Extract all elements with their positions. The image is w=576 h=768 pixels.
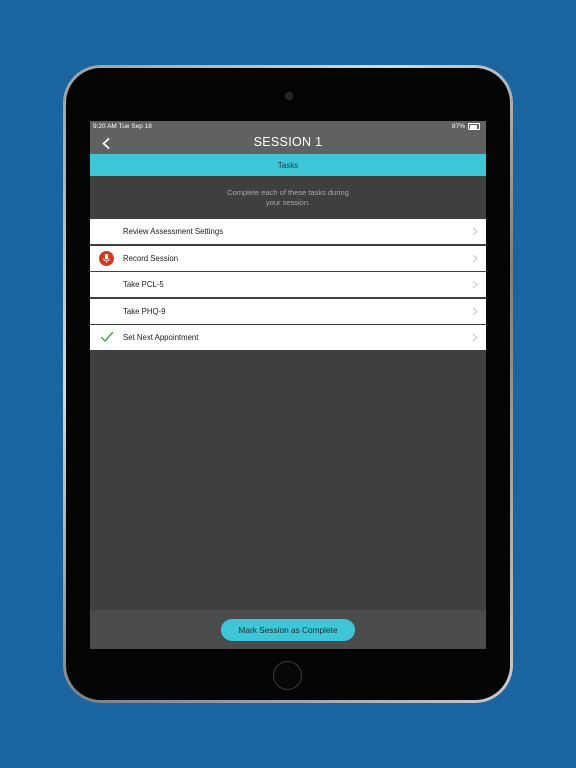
instructions: Complete each of these tasks during your… <box>90 176 486 219</box>
chevron-right-icon <box>472 254 478 262</box>
instructions-line-2: your session. <box>265 198 311 207</box>
task-label: Take PHQ-9 <box>123 306 166 316</box>
home-button[interactable] <box>273 661 302 690</box>
status-bar: 9:20 AM Tue Sep 18 87% <box>90 121 486 133</box>
battery-percent: 87% <box>451 123 465 130</box>
task-take-pcl5[interactable]: Take PCL-5 <box>90 272 486 298</box>
task-label: Take PCL-5 <box>123 280 164 290</box>
checkmark-icon <box>100 332 114 343</box>
task-record-session[interactable]: Record Session <box>90 245 486 271</box>
task-list: Review Assessment Settings Record Sessio… <box>90 219 486 352</box>
footer-bar: Mark Session as Complete <box>90 610 486 649</box>
chevron-right-icon <box>472 333 478 342</box>
instructions-line-1: Complete each of these tasks during <box>227 188 349 197</box>
chevron-right-icon <box>472 227 478 236</box>
task-label: Set Next Appointment <box>123 333 199 343</box>
microphone-icon <box>99 250 114 266</box>
page-title: SESSION 1 <box>253 135 323 149</box>
chevron-right-icon <box>472 307 478 316</box>
task-label: Review Assessment Settings <box>123 227 224 236</box>
status-time-date: 9:20 AM Tue Sep 18 <box>93 123 152 130</box>
tasks-header: Tasks <box>90 154 486 176</box>
camera-icon <box>285 92 293 100</box>
task-review-assessment-settings[interactable]: Review Assessment Settings <box>90 219 486 244</box>
status-right: 87% <box>452 123 480 130</box>
mark-session-complete-button[interactable]: Mark Session as Complete <box>221 619 355 641</box>
nav-bar: SESSION 1 <box>90 133 486 154</box>
app-screen: 9:20 AM Tue Sep 18 87% SESSION 1 Tasks C… <box>90 121 486 649</box>
task-take-phq9[interactable]: Take PHQ-9 <box>90 298 486 324</box>
task-set-next-appointment[interactable]: Set Next Appointment <box>90 325 486 351</box>
battery-icon <box>468 123 480 130</box>
chevron-right-icon <box>472 280 478 289</box>
task-label: Record Session <box>123 253 179 263</box>
